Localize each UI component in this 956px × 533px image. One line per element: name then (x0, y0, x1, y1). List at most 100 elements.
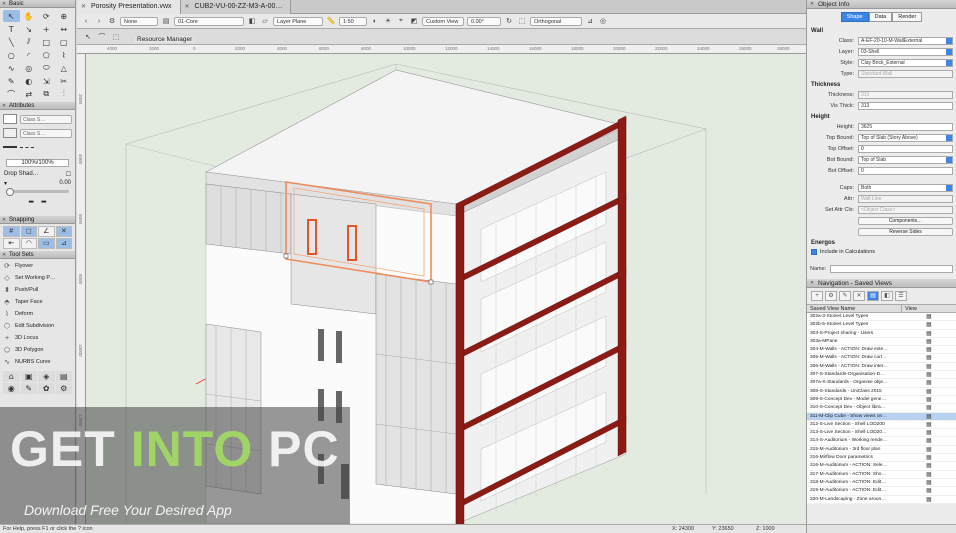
tool-flyover[interactable]: ⟳ Flyover (2, 260, 73, 272)
new-view-icon[interactable]: + (811, 291, 823, 301)
detailing-icon[interactable]: ▤ (55, 371, 72, 382)
rounded-rect-tool-icon[interactable]: ▢ (56, 36, 73, 48)
visualization-icon[interactable]: ◉ (3, 383, 20, 394)
forward-arrow-icon[interactable]: › (94, 18, 104, 25)
saved-view-row[interactable]: 305-M-Walls - ACTION: Draw curt… ▦ (807, 354, 956, 363)
view-thumbnail-icon[interactable]: ▦ (926, 429, 934, 436)
saved-view-row[interactable]: 302b-5-Stories Level Types ▦ (807, 321, 956, 330)
shadow-left-icon[interactable]: ▂ (29, 196, 34, 203)
freehand-tool-icon[interactable]: ∿ (3, 62, 20, 74)
field-input[interactable]: 0 (858, 166, 953, 175)
rotation-field[interactable]: 0.00° (467, 16, 501, 26)
saved-view-dropdown[interactable]: None (120, 16, 158, 26)
view-thumbnail-icon[interactable]: ▦ (926, 421, 934, 428)
edit-icon[interactable]: ✎ (839, 291, 851, 301)
view-settings-icon[interactable]: ⚙ (107, 17, 117, 25)
spiral-tool-icon[interactable]: ◎ (21, 62, 38, 74)
snap-surface-icon[interactable]: ▭ (38, 238, 55, 249)
include-calculations-row[interactable]: Include in Calculations (807, 247, 956, 257)
view-thumbnail-icon[interactable]: ▦ (926, 313, 934, 320)
snap-object-icon[interactable]: ◻ (20, 226, 37, 237)
flyover-tool-icon[interactable]: ⟳ (38, 10, 55, 22)
view-thumbnail-icon[interactable]: ▦ (926, 338, 934, 345)
tool-3d-polygon[interactable]: ⬠ 3D Polygon (2, 344, 73, 356)
oval-tool-icon[interactable]: ⬭ (38, 62, 55, 74)
opacity-field[interactable]: 100%/100% (6, 159, 69, 167)
tool-taper-face[interactable]: ⬘ Taper Face (2, 296, 73, 308)
tool-nurbs-curve[interactable]: ∿ NURBS Curve (2, 356, 73, 368)
paint-tool-icon[interactable]: ◐ (21, 75, 38, 87)
view-thumbnail-icon[interactable]: ▦ (926, 388, 934, 395)
filter-icon[interactable]: ◧ (881, 291, 893, 301)
tool-edit-subdivision[interactable]: ⬡ Edit Subdivision (2, 320, 73, 332)
offset-tool-icon[interactable]: ⇲ (38, 75, 55, 87)
circle-tool-icon[interactable]: ○ (3, 49, 20, 61)
tab-render[interactable]: Render (892, 12, 923, 22)
snap-tangent-icon[interactable]: ◠ (20, 238, 37, 249)
saved-view-row[interactable]: 302a-3-Stories Level Types ▦ (807, 313, 956, 322)
text-tool-icon[interactable]: T (3, 23, 20, 35)
view-thumbnail-icon[interactable]: ▦ (926, 471, 934, 478)
line-style-icon[interactable] (20, 146, 34, 148)
eye-icon[interactable]: ◎ (598, 17, 608, 25)
components-button[interactable]: Components… (858, 216, 953, 225)
view-thumbnail-icon[interactable]: ▦ (926, 446, 934, 453)
view-thumbnail-icon[interactable]: ▦ (926, 371, 934, 378)
pen-swatch[interactable] (3, 128, 17, 138)
view-thumbnail-icon[interactable]: ▦ (926, 462, 934, 469)
tool-push-pull[interactable]: ⬍ Push/Pull (2, 284, 73, 296)
line-tool-icon[interactable]: ╲ (3, 36, 20, 48)
ruler-icon[interactable]: 📏 (326, 17, 336, 25)
field-dropdown[interactable]: 03-Shell (858, 47, 953, 56)
field-input[interactable]: 0 (858, 144, 953, 153)
dimension-tool-icon[interactable]: ↔ (56, 23, 73, 35)
view-thumbnail-icon[interactable]: ▦ (926, 437, 934, 444)
saved-view-row[interactable]: 311-M-Clip Cube - Show views on… ▦ (807, 412, 956, 421)
settings-icon[interactable]: ⚙ (825, 291, 837, 301)
field-dropdown[interactable]: Top of Slab (858, 155, 953, 164)
view-thumbnail-icon[interactable]: ▦ (926, 413, 934, 420)
drop-shadow-checkbox-icon[interactable]: ☐ (66, 171, 71, 178)
snap-intersection-icon[interactable]: ✕ (55, 226, 72, 237)
back-arrow-icon[interactable]: ‹ (81, 18, 91, 25)
view-thumbnail-icon[interactable]: ▦ (926, 479, 934, 486)
furniture-icon[interactable]: ▣ (20, 371, 37, 382)
view-thumbnail-icon[interactable]: ▦ (926, 404, 934, 411)
view-thumbnail-icon[interactable]: ▦ (926, 346, 934, 353)
view-thumbnail-icon[interactable]: ▦ (926, 396, 934, 403)
saved-view-row[interactable]: 306-M-Walls - ACTION: Draw inter… ▦ (807, 363, 956, 372)
saved-view-row[interactable]: 312-S-Live Section - Shell LOD200 ▦ (807, 421, 956, 430)
mode-lasso-icon[interactable]: ⌒ (97, 32, 107, 42)
saved-view-row[interactable]: 307-S-Standards-Organisation-D… ▦ (807, 371, 956, 380)
line-thickness-icon[interactable] (3, 146, 17, 148)
projection-dropdown[interactable]: Orthogonal (530, 16, 582, 26)
zoom-tool-icon[interactable]: ⊕ (56, 10, 73, 22)
saved-view-row[interactable]: 310-S-Concept Dev - Object libra… ▦ (807, 404, 956, 413)
mode-marquee-icon[interactable]: ⬚ (111, 33, 121, 41)
clip-cube-icon[interactable]: ⬚ (517, 17, 527, 25)
tool-3d-locus[interactable]: +3D Locus (2, 332, 73, 344)
tab-porosity-presentation[interactable]: ✕ Porosity Presentation.vwx (77, 0, 181, 14)
drop-shadow-slider[interactable] (6, 188, 69, 196)
dims-notes-icon[interactable]: ✎ (20, 383, 37, 394)
close-tab-icon[interactable]: ✕ (81, 0, 86, 14)
mirror-tool-icon[interactable]: ⇄ (21, 88, 38, 100)
close-tab-icon[interactable]: ✕ (185, 0, 190, 14)
field-dropdown[interactable]: A-EF-20-10-M-WallExternal (858, 36, 953, 45)
saved-view-row[interactable]: 317-M-Auditorium - ACTION: Sho… ▦ (807, 471, 956, 479)
view-thumbnail-icon[interactable]: ▦ (926, 363, 934, 370)
camera-icon[interactable]: ⌖ (396, 17, 406, 25)
saved-view-row[interactable]: 308-S-Standards - UniClass 2015 ▦ (807, 388, 956, 396)
plane-dropdown[interactable]: Layer Plane (273, 16, 323, 26)
field-dropdown[interactable]: Clay Brick_External (858, 58, 953, 67)
rotate-plan-icon[interactable]: ↻ (504, 17, 514, 25)
saved-view-row[interactable]: 303a-MPane ▦ (807, 338, 956, 347)
snap-angle-icon[interactable]: ∠ (38, 226, 55, 237)
fill-swatch[interactable] (3, 114, 17, 124)
view-thumbnail-icon[interactable]: ▦ (926, 487, 934, 494)
field-input[interactable]: 313 (858, 101, 953, 110)
polygon-tool-icon[interactable]: ⬠ (38, 49, 55, 61)
col-view[interactable]: View (902, 305, 917, 312)
building-shell-icon[interactable]: ⌂ (3, 371, 20, 382)
tab-data[interactable]: Data (868, 12, 893, 22)
